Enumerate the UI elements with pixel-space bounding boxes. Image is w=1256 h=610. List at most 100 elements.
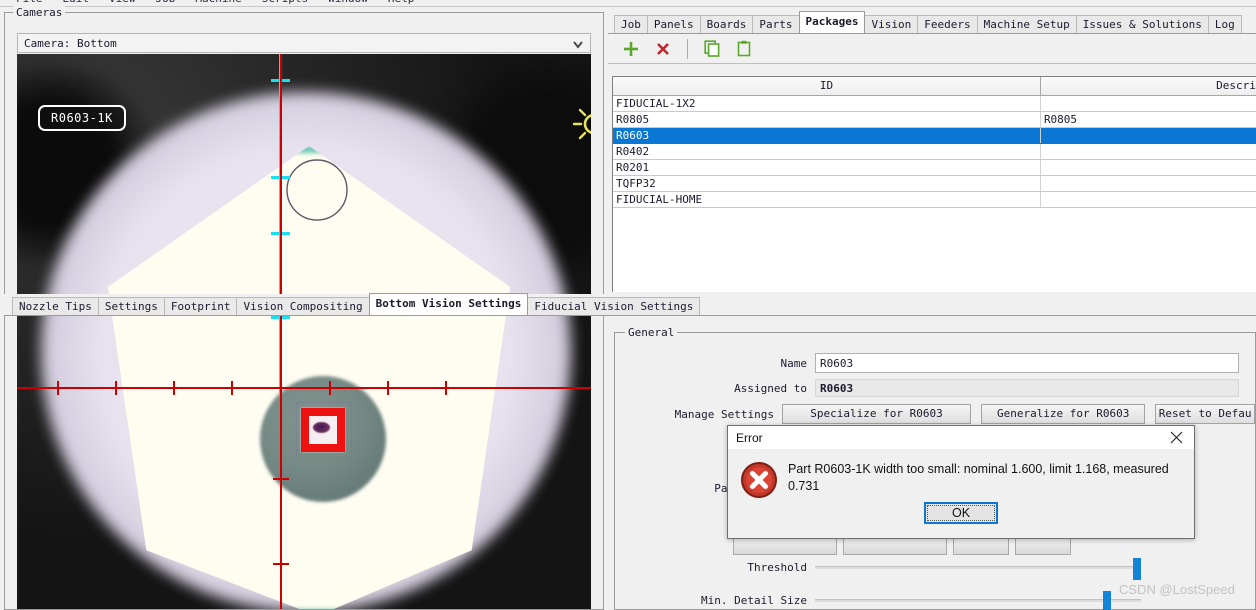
- table-row-selected[interactable]: R0603: [613, 127, 1256, 144]
- menu-item-help[interactable]: Help: [378, 0, 425, 5]
- tab-bottom-vision-settings[interactable]: Bottom Vision Settings: [368, 293, 529, 315]
- paste-package-button[interactable]: [731, 37, 757, 61]
- pipeline-paste-button[interactable]: [1015, 537, 1071, 555]
- menu-item-window[interactable]: Window: [318, 0, 378, 5]
- packages-toolbar: [608, 34, 1256, 64]
- crosshair-tick: [173, 381, 175, 395]
- crosshair-tick: [273, 478, 289, 480]
- reset-to-default-button[interactable]: Reset to Defau: [1155, 404, 1255, 424]
- tab-parts[interactable]: Parts: [752, 15, 800, 33]
- crosshair-tick: [329, 381, 331, 395]
- name-label: Name: [780, 356, 808, 370]
- tab-settings[interactable]: Settings: [97, 297, 165, 315]
- name-row: Name R0603: [615, 353, 1255, 373]
- copy-icon: [703, 40, 719, 57]
- tab-packages[interactable]: Packages: [798, 11, 866, 33]
- add-package-button[interactable]: [618, 37, 644, 61]
- tab-feeders[interactable]: Feeders: [917, 15, 978, 33]
- tab-vision[interactable]: Vision: [864, 15, 919, 33]
- cell-desc: [1040, 159, 1256, 176]
- manage-settings-row: Manage Settings Specialize for R0603 Gen…: [615, 404, 1255, 424]
- tab-job[interactable]: Job: [614, 15, 648, 33]
- pipeline-edit-button[interactable]: [733, 537, 837, 555]
- cell-desc: [1040, 175, 1256, 192]
- crosshair-tick: [273, 563, 289, 565]
- cell-id: R0603: [613, 127, 1041, 144]
- tab-issues-solutions[interactable]: Issues & Solutions: [1075, 15, 1209, 33]
- tab-log[interactable]: Log: [1207, 15, 1242, 33]
- cameras-panel-legend: Cameras: [13, 6, 66, 19]
- table-row[interactable]: R0201: [613, 159, 1256, 176]
- specialize-button[interactable]: Specialize for R0603: [781, 404, 972, 424]
- camera-selector[interactable]: Camera: Bottom: [17, 33, 591, 53]
- close-icon[interactable]: [1158, 426, 1194, 449]
- menu-item-machine[interactable]: Machine: [185, 0, 251, 5]
- sun-icon[interactable]: [572, 102, 591, 146]
- tab-machine-setup[interactable]: Machine Setup: [976, 15, 1077, 33]
- tab-fiducial-vision-settings[interactable]: Fiducial Vision Settings: [527, 297, 701, 315]
- crosshair-vertical: [280, 54, 282, 609]
- table-row[interactable]: FIDUCIAL-1X2: [613, 95, 1256, 112]
- general-group-legend: General: [625, 326, 678, 339]
- delete-package-button[interactable]: [650, 37, 676, 61]
- cell-id: TQFP32: [613, 175, 1041, 192]
- table-row[interactable]: R0402: [613, 143, 1256, 160]
- assigned-to-value: R0603: [815, 379, 1239, 397]
- pipeline-reset-button[interactable]: [843, 537, 947, 555]
- camera-view[interactable]: R0603-1K: [17, 54, 591, 609]
- threshold-row: Threshold: [615, 558, 1255, 580]
- main-tabstrip: Job Panels Boards Parts Packages Vision …: [608, 11, 1256, 34]
- min-detail-size-label: Min. Detail Size: [701, 594, 807, 607]
- error-dialog-body: Part R0603-1K width too small: nominal 1…: [728, 449, 1194, 499]
- camera-selector-label: Camera: Bottom: [24, 36, 117, 50]
- min-detail-size-slider[interactable]: [815, 591, 1141, 610]
- name-input[interactable]: R0603: [815, 353, 1239, 373]
- menu-item-scripts[interactable]: Scripts: [252, 0, 318, 5]
- watermark: CSDN @LostSpeed: [1119, 582, 1235, 597]
- crosshair-tick: [387, 381, 389, 395]
- tab-panels[interactable]: Panels: [646, 15, 701, 33]
- min-detail-size-slider-handle[interactable]: [1103, 591, 1111, 610]
- tab-nozzle-tips[interactable]: Nozzle Tips: [12, 297, 99, 315]
- menu-item-edit[interactable]: Edit: [53, 0, 100, 5]
- table-header-row: ID Description Tape Spe: [613, 77, 1256, 96]
- error-dialog-title: Error: [736, 430, 763, 445]
- menu-item-view[interactable]: View: [99, 0, 146, 5]
- error-dialog: Error Part R0603-1K width too small: nom…: [727, 425, 1195, 539]
- reticle-circle-icon: [286, 159, 348, 221]
- chevron-down-icon[interactable]: [572, 38, 584, 50]
- cell-id: R0805: [613, 111, 1041, 128]
- application-window: File Edit View Job Machine Scripts Windo…: [0, 0, 1256, 610]
- cell-id: R0402: [613, 143, 1041, 160]
- table-row[interactable]: TQFP32: [613, 175, 1256, 192]
- column-header-description[interactable]: Description: [1040, 77, 1256, 96]
- assigned-to-row: Assigned to R0603: [615, 379, 1255, 397]
- menu-item-job[interactable]: Job: [146, 0, 186, 5]
- assigned-to-label: Assigned to: [734, 381, 807, 395]
- cell-desc: [1040, 191, 1256, 208]
- crosshair-tick: [115, 381, 117, 395]
- x-icon: [657, 42, 669, 55]
- error-dialog-message: Part R0603-1K width too small: nominal 1…: [788, 462, 1169, 493]
- column-header-id[interactable]: ID: [613, 77, 1041, 96]
- tab-boards[interactable]: Boards: [699, 15, 754, 33]
- threshold-slider[interactable]: [815, 558, 1141, 580]
- threshold-slider-handle[interactable]: [1133, 558, 1141, 580]
- table-row[interactable]: FIDUCIAL-HOME: [613, 191, 1256, 208]
- package-detail-tabstrip: Nozzle Tips Settings Footprint Vision Co…: [4, 293, 1256, 316]
- crosshair-horizontal: [17, 387, 591, 389]
- packages-table[interactable]: ID Description Tape Spe FIDUCIAL-1X2 R08…: [612, 76, 1256, 292]
- cell-id: FIDUCIAL-1X2: [613, 95, 1041, 112]
- tab-footprint[interactable]: Footprint: [163, 297, 238, 315]
- table-row[interactable]: R0805 R0805: [613, 111, 1256, 128]
- menu-item-file[interactable]: File: [6, 0, 53, 5]
- cell-id: R0201: [613, 159, 1041, 176]
- pipeline-copy-button[interactable]: [953, 537, 1009, 555]
- tab-vision-compositing[interactable]: Vision Compositing: [236, 297, 370, 315]
- paste-icon: [737, 40, 750, 57]
- copy-package-button[interactable]: [699, 37, 725, 61]
- ok-button[interactable]: OK: [924, 502, 998, 524]
- threshold-label: Threshold: [747, 561, 807, 574]
- toolbar-divider: [687, 38, 688, 59]
- generalize-button[interactable]: Generalize for R0603: [981, 404, 1146, 424]
